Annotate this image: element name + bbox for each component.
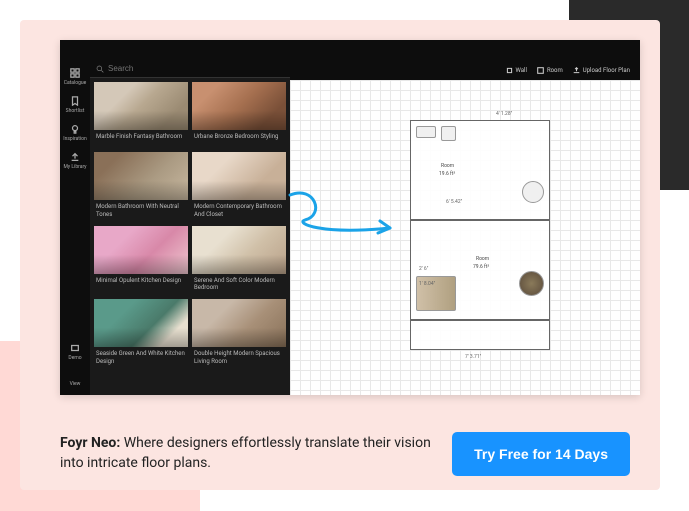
catalog-card[interactable]: Modern Bathroom With Neutral Tones [94, 152, 188, 222]
catalog-card[interactable]: Serene And Soft Color Modern Bedroom [192, 226, 286, 296]
upload-icon [70, 152, 80, 162]
room-label: Room [441, 163, 454, 169]
catalog-card[interactable]: Urbane Bronze Bedroom Styling [192, 82, 286, 148]
wall-button[interactable]: Wall [506, 67, 527, 74]
room-button[interactable]: Room [537, 67, 563, 74]
floorplan-room[interactable] [410, 320, 550, 350]
dimension: 7' 3.71" [465, 354, 481, 360]
bulb-icon [70, 124, 80, 134]
canvas-area: Wall Room Upload Floor Plan [290, 60, 640, 395]
card-label: Minimal Opulent Kitchen Design [94, 274, 188, 292]
room-dim: 19.6 ft² [439, 171, 455, 177]
thumbnail [192, 299, 286, 347]
dimension: 6' 5.42" [446, 199, 462, 205]
dimension: 2' 6" [419, 266, 428, 272]
thumbnail [192, 226, 286, 274]
search-input[interactable] [108, 64, 284, 73]
sidebar-label: View [70, 381, 81, 387]
card-label: Marble Finish Fantasy Bathroom [94, 130, 188, 148]
card-label: Seaside Green And White Kitchen Design [94, 347, 188, 369]
sidebar-label: My Library [63, 164, 86, 170]
card-label: Urbane Bronze Bedroom Styling [192, 130, 286, 148]
sidebar-item-inspiration[interactable]: Inspiration [60, 120, 90, 146]
thumbnail [94, 82, 188, 130]
app-topbar [60, 40, 640, 60]
sidebar-item-shortlist[interactable]: Shortlist [60, 92, 90, 118]
promo-container: Catalogue Shortlist Inspiration My Libra… [20, 20, 660, 490]
sidebar-label: Shortlist [66, 108, 85, 114]
demo-icon [70, 343, 80, 353]
card-label: Modern Contemporary Bathroom And Closet [192, 200, 286, 222]
floorplan-room[interactable]: Room 19.6 ft² 4' 1.28" 6' 5.42" [410, 120, 550, 220]
canvas-toolbar: Wall Room Upload Floor Plan [290, 60, 640, 80]
card-label: Modern Bathroom With Neutral Tones [94, 200, 188, 222]
catalog-card[interactable]: Double Height Modern Spacious Living Roo… [192, 299, 286, 369]
sidebar-item-catalogue[interactable]: Catalogue [60, 64, 90, 90]
catalog-card[interactable]: Modern Contemporary Bathroom And Closet [192, 152, 286, 222]
app-screenshot: Catalogue Shortlist Inspiration My Libra… [60, 40, 640, 395]
catalog-card[interactable]: Minimal Opulent Kitchen Design [94, 226, 188, 296]
dimension: 1' 8.04" [419, 281, 435, 287]
fixture [416, 126, 436, 138]
thumbnail [192, 152, 286, 200]
fixture [441, 126, 456, 141]
thumbnail [94, 152, 188, 200]
room-icon [537, 67, 544, 74]
catalog-panel: Marble Finish Fantasy Bathroom Urbane Br… [90, 60, 290, 395]
catalog-card[interactable]: Seaside Green And White Kitchen Design [94, 299, 188, 369]
sidebar-label: Inspiration [63, 136, 87, 142]
thumbnail [94, 226, 188, 274]
thumbnail [94, 299, 188, 347]
upload-icon [573, 67, 580, 74]
tool-label: Upload Floor Plan [583, 67, 630, 74]
thumbnail [192, 82, 286, 130]
wall-icon [506, 67, 513, 74]
cta-button[interactable]: Try Free for 14 Days [452, 432, 630, 476]
card-label: Serene And Soft Color Modern Bedroom [192, 274, 286, 296]
fixture-table [519, 271, 544, 296]
tool-label: Room [547, 67, 563, 74]
upload-button[interactable]: Upload Floor Plan [573, 67, 630, 74]
dimension: 4' 1.28" [496, 111, 512, 117]
search-row [90, 60, 290, 78]
bottom-row: Foyr Neo: Where designers effortlessly t… [60, 432, 630, 476]
sidebar-item-view[interactable]: View [60, 377, 90, 391]
marketing-copy: Foyr Neo: Where designers effortlessly t… [60, 434, 432, 473]
catalog-card[interactable]: Marble Finish Fantasy Bathroom [94, 82, 188, 148]
search-icon [96, 65, 104, 73]
fixture-toilet [522, 181, 544, 203]
grid-canvas[interactable]: Room 19.6 ft² 4' 1.28" 6' 5.42" Room 79.… [290, 80, 640, 395]
sidebar-label: Catalogue [64, 80, 87, 86]
card-label: Double Height Modern Spacious Living Roo… [192, 347, 286, 369]
brand-name: Foyr Neo: [60, 435, 120, 451]
grid-icon [70, 68, 80, 78]
sidebar-item-demo[interactable]: Demo [60, 339, 90, 365]
vertical-sidebar: Catalogue Shortlist Inspiration My Libra… [60, 60, 90, 395]
floorplan[interactable]: Room 19.6 ft² 4' 1.28" 6' 5.42" Room 79.… [410, 120, 550, 370]
catalog-grid: Marble Finish Fantasy Bathroom Urbane Br… [90, 78, 290, 373]
tool-label: Wall [516, 67, 527, 74]
sidebar-item-mylibrary[interactable]: My Library [60, 148, 90, 174]
sidebar-label: Demo [68, 355, 81, 361]
bookmark-icon [70, 96, 80, 106]
room-label: Room [476, 256, 489, 262]
floorplan-room[interactable]: Room 79.6 ft² 2' 6" 1' 8.04" [410, 220, 550, 320]
room-dim: 79.6 ft² [473, 264, 489, 270]
